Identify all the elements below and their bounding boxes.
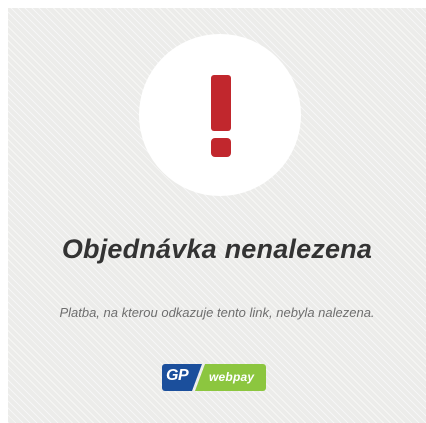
error-message: Platba, na kterou odkazuje tento link, n… <box>59 305 375 320</box>
alert-circle <box>139 34 301 196</box>
exclamation-bar <box>211 75 231 131</box>
logo-webpay-text: webpay <box>209 370 255 384</box>
error-panel: Objednávka nenalezena Platba, na kterou … <box>8 8 426 423</box>
gp-webpay-logo: GP webpay <box>162 364 266 391</box>
logo-webpay-part: webpay <box>195 364 266 391</box>
exclamation-dot <box>211 138 231 157</box>
error-title: Objednávka nenalezena <box>61 234 373 264</box>
logo-gp-part: GP <box>162 364 202 391</box>
logo-gp-text: GP <box>166 367 189 384</box>
